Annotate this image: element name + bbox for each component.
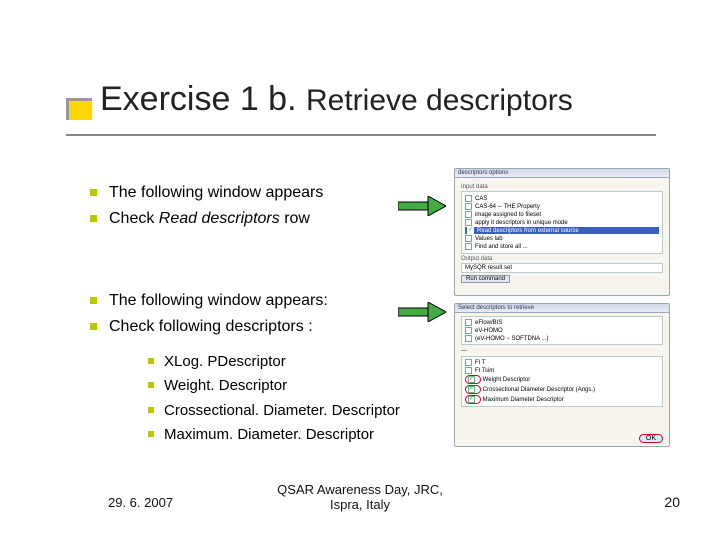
row-label: apply it descriptors in unique mode — [475, 220, 568, 226]
checkbox-icon[interactable] — [465, 243, 472, 250]
run-button[interactable]: Run command — [461, 275, 510, 283]
checkbox-row[interactable]: image assigned to fileset — [465, 211, 659, 218]
row-label: Weight Descriptor — [483, 377, 531, 383]
bullet-icon — [148, 358, 154, 364]
row-label: FI T — [475, 360, 486, 366]
circled-checkbox[interactable] — [465, 395, 481, 404]
circled-checkbox[interactable] — [465, 375, 481, 384]
footer-page-number: 20 — [664, 494, 680, 510]
bullet-text: Crossectional. Diameter. Descriptor — [164, 401, 400, 421]
checkbox-row[interactable]: eV-HOMO — [465, 327, 659, 334]
footer-line: Ispra, Italy — [330, 497, 390, 512]
row-label: CAS — [475, 196, 487, 202]
title-main: Exercise 1 b. — [100, 80, 297, 118]
checkbox-row[interactable]: Crossectional Diameter Descriptor (Angs.… — [465, 385, 659, 394]
bullet-icon — [90, 215, 97, 222]
footer-line: QSAR Awareness Day, JRC, — [277, 482, 443, 497]
bullet-icon — [148, 382, 154, 388]
arrow-icon — [398, 302, 446, 322]
checkbox-row[interactable]: eFlow/BIS — [465, 319, 659, 326]
bullet-text: Check Read descriptors row — [109, 208, 310, 230]
row-label: (eV-HOMO − SOFTDNA ...) — [475, 336, 549, 342]
bullet-block-2: The following window appears: Check foll… — [90, 290, 410, 341]
list-item: Check Read descriptors row — [90, 208, 410, 230]
title-sub: Retrieve descriptors — [306, 84, 573, 117]
bullet-icon — [90, 189, 97, 196]
list-item: Weight. Descriptor — [148, 376, 428, 396]
bullet-text: The following window appears: — [109, 290, 328, 312]
bullet-text: The following window appears — [109, 182, 323, 204]
checkbox-icon[interactable] — [465, 195, 472, 202]
screenshot-descriptor-options: descriptors options Input data CAS CAS-6… — [454, 168, 670, 296]
bullet-text: XLog. PDescriptor — [164, 352, 286, 372]
checkbox-icon[interactable] — [465, 359, 472, 366]
row-label: Crossectional Diameter Descriptor (Angs.… — [483, 387, 595, 393]
row-label: image assigned to fileset — [475, 212, 541, 218]
bullet-text: Check following descriptors : — [109, 316, 313, 338]
checkbox-row[interactable]: FI T — [465, 359, 659, 366]
checkbox-row[interactable]: Values lab — [465, 235, 659, 242]
bullet-icon — [148, 407, 154, 413]
checkbox-row[interactable]: CAS — [465, 195, 659, 202]
row-label: eV-HOMO — [475, 328, 503, 334]
group-label: Output data — [461, 256, 663, 262]
footer-center: QSAR Awareness Day, JRC, Ispra, Italy — [0, 482, 720, 512]
list-item: Maximum. Diameter. Descriptor — [148, 425, 428, 445]
bullet-icon — [148, 431, 154, 437]
checkbox-row[interactable]: CAS-64 ─ THE Property — [465, 203, 659, 210]
bullet-icon — [90, 297, 97, 304]
arrow-icon — [398, 196, 446, 216]
checkbox-icon[interactable] — [468, 376, 475, 383]
checkbox-icon[interactable] — [468, 396, 475, 403]
ok-button[interactable]: OK — [639, 434, 663, 443]
row-label: eFlow/BIS — [475, 320, 502, 326]
row-label: Values lab — [475, 236, 503, 242]
bullet-text: Weight. Descriptor — [164, 376, 287, 396]
window-titlebar: Select descriptors to retrieve — [455, 304, 669, 313]
bullet-block-1: The following window appears Check Read … — [90, 182, 410, 233]
window-titlebar: descriptors options — [455, 169, 669, 178]
text-emphasis: Read descriptors — [159, 210, 280, 227]
title-underline — [66, 134, 656, 136]
row-label: FI Tsim — [475, 368, 494, 374]
text: Check — [109, 210, 159, 227]
checkbox-icon[interactable] — [465, 235, 472, 242]
row-label: Read descriptors from external source — [477, 228, 579, 234]
checkbox-icon[interactable] — [468, 386, 475, 393]
accent-square — [66, 98, 92, 120]
checkbox-icon[interactable] — [465, 219, 472, 226]
checkbox-row[interactable]: (eV-HOMO − SOFTDNA ...) — [465, 335, 659, 342]
row-label: Maximum Diameter Descriptor — [483, 397, 564, 403]
list-item: XLog. PDescriptor — [148, 352, 428, 372]
checkbox-icon[interactable] — [465, 203, 472, 210]
checkbox-row-highlighted[interactable]: Read descriptors from external source — [465, 227, 659, 234]
checkbox-icon[interactable] — [465, 211, 472, 218]
sub-bullet-list: XLog. PDescriptor Weight. Descriptor Cro… — [148, 352, 428, 449]
bullet-icon — [90, 323, 97, 330]
checkbox-icon[interactable] — [467, 227, 474, 234]
checkbox-icon[interactable] — [465, 319, 472, 326]
list-item: The following window appears: — [90, 290, 410, 312]
checkbox-row[interactable]: FI Tsim — [465, 367, 659, 374]
screenshot-select-descriptors: Select descriptors to retrieve eFlow/BIS… — [454, 303, 670, 447]
bullet-text: Maximum. Diameter. Descriptor — [164, 425, 374, 445]
checkbox-icon[interactable] — [465, 367, 472, 374]
checkbox-row[interactable]: Maximum Diameter Descriptor — [465, 395, 659, 404]
checkbox-row[interactable]: Find and store all ... — [465, 243, 659, 250]
list-item: The following window appears — [90, 182, 410, 204]
slide-title: Exercise 1 b. Retrieve descriptors — [100, 80, 573, 119]
list-item: Crossectional. Diameter. Descriptor — [148, 401, 428, 421]
checkbox-icon[interactable] — [465, 327, 472, 334]
checkbox-row[interactable]: apply it descriptors in unique mode — [465, 219, 659, 226]
text: row — [280, 210, 310, 227]
separator-text: --- — [461, 348, 663, 354]
row-label: CAS-64 ─ THE Property — [475, 204, 540, 210]
row-label: Find and store all ... — [475, 244, 528, 250]
checkbox-icon[interactable] — [465, 335, 472, 342]
checkbox-row[interactable]: Weight Descriptor — [465, 375, 659, 384]
circled-checkbox[interactable] — [465, 385, 481, 394]
list-item: Check following descriptors : — [90, 316, 410, 338]
group-label: Input data — [461, 184, 663, 190]
output-field: MySQR result set — [461, 263, 663, 273]
